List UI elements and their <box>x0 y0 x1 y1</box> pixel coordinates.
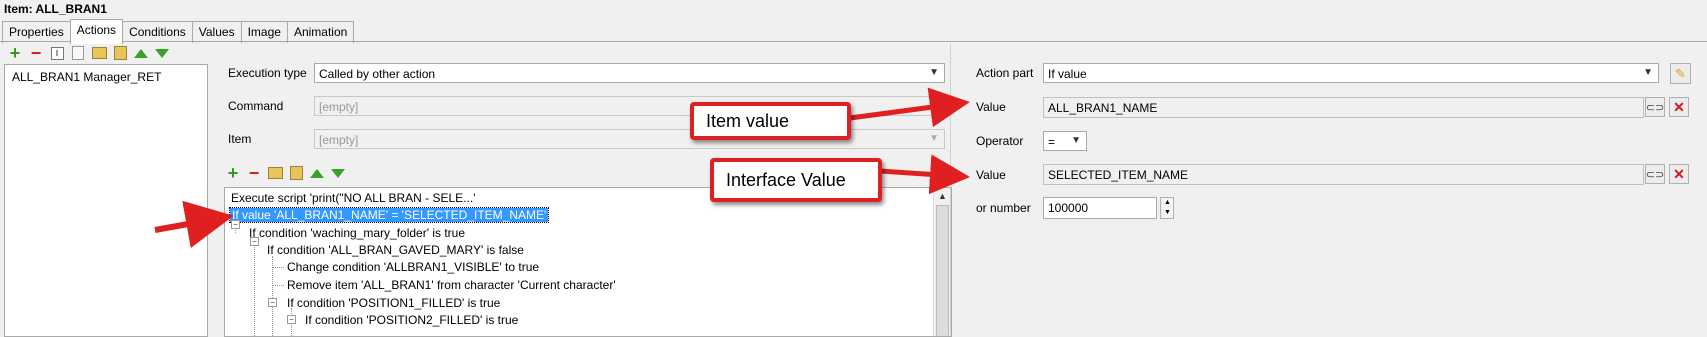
callout-interface-value: Interface Value <box>710 158 882 202</box>
arrow-item-value <box>849 87 970 128</box>
tab-actions[interactable]: Actions <box>69 19 124 44</box>
arrow-tree-selection <box>154 200 234 248</box>
callout-item-value: Item value <box>690 102 851 140</box>
arrow-interface-value <box>879 154 970 195</box>
